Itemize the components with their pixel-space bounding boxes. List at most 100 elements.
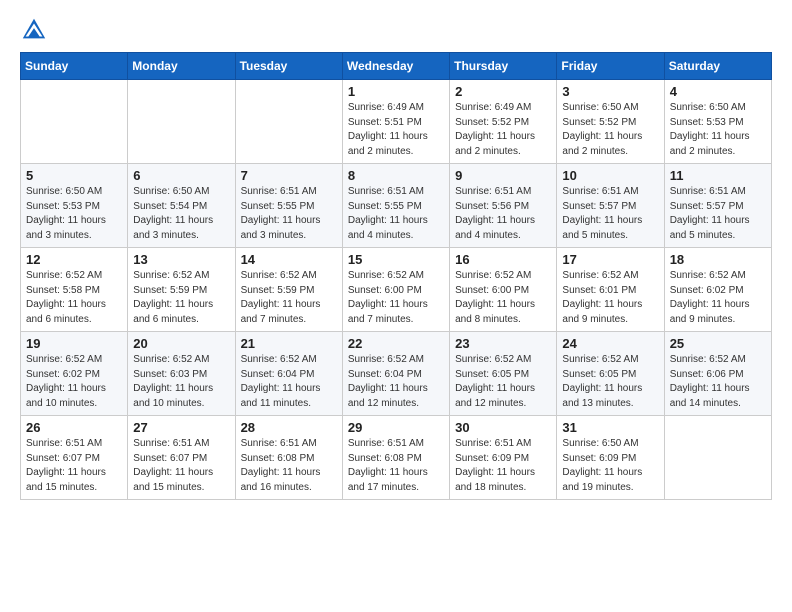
day-info: Sunrise: 6:52 AM Sunset: 5:58 PM Dayligh… <box>26 269 122 327</box>
day-info: Sunrise: 6:51 AM Sunset: 6:08 PM Dayligh… <box>348 437 444 495</box>
weekday-header-saturday: Saturday <box>664 53 771 80</box>
day-number: 20 <box>133 336 229 351</box>
day-number: 27 <box>133 420 229 435</box>
day-number: 1 <box>348 84 444 99</box>
calendar-cell: 8 Sunrise: 6:51 AM Sunset: 5:55 PM Daylig… <box>342 164 449 248</box>
day-info: Sunrise: 6:52 AM Sunset: 6:05 PM Dayligh… <box>562 353 658 411</box>
logo-icon <box>20 16 48 44</box>
day-info: Sunrise: 6:52 AM Sunset: 6:00 PM Dayligh… <box>348 269 444 327</box>
logo <box>20 16 52 44</box>
calendar-week-5: 26 Sunrise: 6:51 AM Sunset: 6:07 PM Dayli… <box>21 416 772 500</box>
calendar-cell: 22 Sunrise: 6:52 AM Sunset: 6:04 PM Dayli… <box>342 332 449 416</box>
day-number: 10 <box>562 168 658 183</box>
day-number: 7 <box>241 168 337 183</box>
day-info: Sunrise: 6:50 AM Sunset: 5:53 PM Dayligh… <box>670 101 766 159</box>
calendar-cell: 13 Sunrise: 6:52 AM Sunset: 5:59 PM Dayli… <box>128 248 235 332</box>
calendar-cell: 28 Sunrise: 6:51 AM Sunset: 6:08 PM Dayli… <box>235 416 342 500</box>
calendar-cell <box>235 80 342 164</box>
day-info: Sunrise: 6:51 AM Sunset: 5:57 PM Dayligh… <box>562 185 658 243</box>
calendar-cell <box>128 80 235 164</box>
day-number: 21 <box>241 336 337 351</box>
day-info: Sunrise: 6:52 AM Sunset: 6:02 PM Dayligh… <box>670 269 766 327</box>
day-info: Sunrise: 6:51 AM Sunset: 6:09 PM Dayligh… <box>455 437 551 495</box>
day-number: 13 <box>133 252 229 267</box>
day-info: Sunrise: 6:51 AM Sunset: 6:07 PM Dayligh… <box>26 437 122 495</box>
day-info: Sunrise: 6:52 AM Sunset: 6:00 PM Dayligh… <box>455 269 551 327</box>
day-number: 15 <box>348 252 444 267</box>
day-number: 29 <box>348 420 444 435</box>
day-info: Sunrise: 6:51 AM Sunset: 5:56 PM Dayligh… <box>455 185 551 243</box>
header <box>20 16 772 44</box>
day-info: Sunrise: 6:52 AM Sunset: 6:05 PM Dayligh… <box>455 353 551 411</box>
day-number: 12 <box>26 252 122 267</box>
day-number: 8 <box>348 168 444 183</box>
calendar-cell: 5 Sunrise: 6:50 AM Sunset: 5:53 PM Daylig… <box>21 164 128 248</box>
day-info: Sunrise: 6:50 AM Sunset: 5:53 PM Dayligh… <box>26 185 122 243</box>
calendar-cell: 10 Sunrise: 6:51 AM Sunset: 5:57 PM Dayli… <box>557 164 664 248</box>
day-info: Sunrise: 6:51 AM Sunset: 5:57 PM Dayligh… <box>670 185 766 243</box>
day-number: 6 <box>133 168 229 183</box>
calendar-cell: 23 Sunrise: 6:52 AM Sunset: 6:05 PM Dayli… <box>450 332 557 416</box>
calendar-week-4: 19 Sunrise: 6:52 AM Sunset: 6:02 PM Dayli… <box>21 332 772 416</box>
calendar-cell <box>21 80 128 164</box>
day-info: Sunrise: 6:51 AM Sunset: 5:55 PM Dayligh… <box>241 185 337 243</box>
calendar-week-1: 1 Sunrise: 6:49 AM Sunset: 5:51 PM Daylig… <box>21 80 772 164</box>
day-number: 11 <box>670 168 766 183</box>
day-number: 28 <box>241 420 337 435</box>
weekday-header-thursday: Thursday <box>450 53 557 80</box>
day-number: 23 <box>455 336 551 351</box>
calendar-cell: 27 Sunrise: 6:51 AM Sunset: 6:07 PM Dayli… <box>128 416 235 500</box>
calendar-cell: 19 Sunrise: 6:52 AM Sunset: 6:02 PM Dayli… <box>21 332 128 416</box>
day-info: Sunrise: 6:50 AM Sunset: 5:54 PM Dayligh… <box>133 185 229 243</box>
calendar-body: 1 Sunrise: 6:49 AM Sunset: 5:51 PM Daylig… <box>21 80 772 500</box>
page: SundayMondayTuesdayWednesdayThursdayFrid… <box>0 0 792 516</box>
calendar-cell: 24 Sunrise: 6:52 AM Sunset: 6:05 PM Dayli… <box>557 332 664 416</box>
day-info: Sunrise: 6:52 AM Sunset: 5:59 PM Dayligh… <box>133 269 229 327</box>
calendar-cell: 31 Sunrise: 6:50 AM Sunset: 6:09 PM Dayli… <box>557 416 664 500</box>
day-info: Sunrise: 6:49 AM Sunset: 5:52 PM Dayligh… <box>455 101 551 159</box>
day-info: Sunrise: 6:52 AM Sunset: 5:59 PM Dayligh… <box>241 269 337 327</box>
day-info: Sunrise: 6:51 AM Sunset: 6:08 PM Dayligh… <box>241 437 337 495</box>
calendar-cell: 12 Sunrise: 6:52 AM Sunset: 5:58 PM Dayli… <box>21 248 128 332</box>
day-number: 30 <box>455 420 551 435</box>
calendar-cell: 26 Sunrise: 6:51 AM Sunset: 6:07 PM Dayli… <box>21 416 128 500</box>
calendar-cell: 4Sunrise: 6:50 AM Sunset: 5:53 PM Daylig… <box>664 80 771 164</box>
calendar-cell <box>664 416 771 500</box>
calendar-cell: 7 Sunrise: 6:51 AM Sunset: 5:55 PM Daylig… <box>235 164 342 248</box>
calendar: SundayMondayTuesdayWednesdayThursdayFrid… <box>20 52 772 500</box>
day-number: 14 <box>241 252 337 267</box>
day-number: 18 <box>670 252 766 267</box>
day-number: 19 <box>26 336 122 351</box>
calendar-week-3: 12 Sunrise: 6:52 AM Sunset: 5:58 PM Dayli… <box>21 248 772 332</box>
day-info: Sunrise: 6:51 AM Sunset: 6:07 PM Dayligh… <box>133 437 229 495</box>
day-number: 22 <box>348 336 444 351</box>
day-number: 31 <box>562 420 658 435</box>
calendar-cell: 6 Sunrise: 6:50 AM Sunset: 5:54 PM Daylig… <box>128 164 235 248</box>
calendar-cell: 16Sunrise: 6:52 AM Sunset: 6:00 PM Dayli… <box>450 248 557 332</box>
calendar-cell: 11 Sunrise: 6:51 AM Sunset: 5:57 PM Dayli… <box>664 164 771 248</box>
day-info: Sunrise: 6:52 AM Sunset: 6:06 PM Dayligh… <box>670 353 766 411</box>
calendar-cell: 29 Sunrise: 6:51 AM Sunset: 6:08 PM Dayli… <box>342 416 449 500</box>
day-info: Sunrise: 6:50 AM Sunset: 6:09 PM Dayligh… <box>562 437 658 495</box>
day-info: Sunrise: 6:51 AM Sunset: 5:55 PM Dayligh… <box>348 185 444 243</box>
day-number: 9 <box>455 168 551 183</box>
weekday-header-friday: Friday <box>557 53 664 80</box>
day-number: 26 <box>26 420 122 435</box>
day-number: 3 <box>562 84 658 99</box>
calendar-cell: 15 Sunrise: 6:52 AM Sunset: 6:00 PM Dayli… <box>342 248 449 332</box>
calendar-header: SundayMondayTuesdayWednesdayThursdayFrid… <box>21 53 772 80</box>
day-number: 25 <box>670 336 766 351</box>
day-info: Sunrise: 6:49 AM Sunset: 5:51 PM Dayligh… <box>348 101 444 159</box>
day-info: Sunrise: 6:52 AM Sunset: 6:04 PM Dayligh… <box>241 353 337 411</box>
day-info: Sunrise: 6:50 AM Sunset: 5:52 PM Dayligh… <box>562 101 658 159</box>
day-number: 24 <box>562 336 658 351</box>
day-info: Sunrise: 6:52 AM Sunset: 6:02 PM Dayligh… <box>26 353 122 411</box>
calendar-week-2: 5 Sunrise: 6:50 AM Sunset: 5:53 PM Daylig… <box>21 164 772 248</box>
calendar-cell: 9 Sunrise: 6:51 AM Sunset: 5:56 PM Daylig… <box>450 164 557 248</box>
calendar-cell: 18 Sunrise: 6:52 AM Sunset: 6:02 PM Dayli… <box>664 248 771 332</box>
day-number: 5 <box>26 168 122 183</box>
day-info: Sunrise: 6:52 AM Sunset: 6:04 PM Dayligh… <box>348 353 444 411</box>
day-info: Sunrise: 6:52 AM Sunset: 6:01 PM Dayligh… <box>562 269 658 327</box>
calendar-cell: 30 Sunrise: 6:51 AM Sunset: 6:09 PM Dayli… <box>450 416 557 500</box>
calendar-cell: 20Sunrise: 6:52 AM Sunset: 6:03 PM Dayli… <box>128 332 235 416</box>
